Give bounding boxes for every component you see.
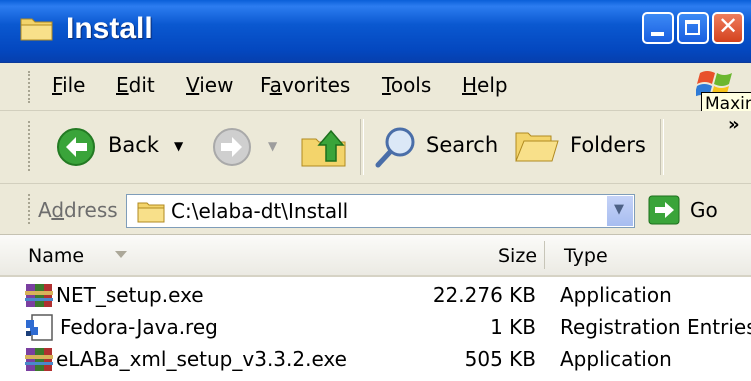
maximize-button[interactable] bbox=[677, 12, 709, 44]
title-bar[interactable]: Install ✕ bbox=[0, 0, 751, 63]
list-header: Name Size Type bbox=[0, 235, 751, 277]
winrar-installer-icon bbox=[25, 348, 53, 371]
menu-grip[interactable] bbox=[28, 71, 33, 103]
file-name: eLABa_xml_setup_v3.3.2.exe bbox=[56, 347, 347, 371]
menu-tools[interactable]: Tools bbox=[382, 73, 431, 97]
list-item[interactable]: eLABa_xml_setup_v3.3.2.exe 505 KB Applic… bbox=[0, 344, 751, 376]
file-list: Name Size Type NET_setup.exe 22.276 KB A… bbox=[0, 235, 751, 381]
minimize-button[interactable] bbox=[642, 12, 674, 44]
back-label: Back bbox=[108, 133, 159, 157]
chevron-down-icon: ▼ bbox=[614, 202, 624, 217]
maximize-icon bbox=[685, 20, 700, 35]
close-icon: ✕ bbox=[717, 12, 739, 40]
list-item[interactable]: Fedora-Java.reg 1 KB Registration Entrie… bbox=[0, 312, 751, 344]
column-divider[interactable] bbox=[544, 241, 545, 269]
standard-toolbar: Back ▼ ▼ Search Folders bbox=[0, 111, 751, 184]
minimize-icon bbox=[651, 32, 664, 36]
toolbar-separator bbox=[360, 119, 364, 175]
address-input[interactable]: C:\elaba-dt\Install ▼ bbox=[126, 194, 635, 228]
column-header-size[interactable]: Size bbox=[498, 245, 537, 267]
file-name: NET_setup.exe bbox=[56, 283, 204, 307]
address-label: Address bbox=[38, 198, 118, 222]
explorer-window: Install ✕ File Edit View Favorites Tools… bbox=[0, 0, 751, 381]
go-label: Go bbox=[690, 198, 718, 222]
file-size: 22.276 KB bbox=[432, 283, 536, 307]
search-label: Search bbox=[426, 133, 499, 157]
column-header-name[interactable]: Name bbox=[28, 245, 84, 267]
forward-arrow-icon bbox=[213, 128, 251, 166]
forward-dropdown-icon[interactable]: ▼ bbox=[268, 139, 277, 153]
menu-view[interactable]: View bbox=[186, 73, 233, 97]
file-name: Fedora-Java.reg bbox=[60, 315, 218, 339]
toolbar-separator bbox=[660, 119, 664, 175]
folder-icon bbox=[20, 18, 53, 41]
registry-file-icon bbox=[26, 314, 53, 341]
folders-button[interactable]: Folders bbox=[512, 123, 646, 169]
search-button[interactable]: Search bbox=[370, 123, 500, 169]
menu-help[interactable]: Help bbox=[462, 73, 508, 97]
go-button[interactable]: Go bbox=[648, 193, 728, 227]
winrar-installer-icon bbox=[25, 284, 53, 307]
column-header-type[interactable]: Type bbox=[564, 245, 608, 267]
up-folder-icon[interactable] bbox=[300, 125, 350, 169]
file-size: 505 KB bbox=[464, 347, 536, 371]
file-size: 1 KB bbox=[490, 315, 536, 339]
folders-label: Folders bbox=[570, 133, 646, 157]
forward-button[interactable]: ▼ bbox=[206, 123, 296, 169]
window-title: Install bbox=[66, 12, 153, 45]
menu-favorites[interactable]: Favorites bbox=[260, 73, 350, 97]
close-button[interactable]: ✕ bbox=[712, 12, 744, 44]
menu-edit[interactable]: Edit bbox=[116, 73, 155, 97]
folder-icon bbox=[137, 202, 165, 223]
address-grip[interactable] bbox=[28, 194, 33, 224]
file-type: Registration Entries bbox=[560, 315, 751, 339]
folders-icon bbox=[515, 132, 559, 162]
address-value: C:\elaba-dt\Install bbox=[171, 199, 349, 223]
file-type: Application bbox=[560, 347, 672, 371]
back-arrow-icon bbox=[57, 128, 95, 166]
address-bar: Address C:\elaba-dt\Install ▼ Go bbox=[0, 184, 751, 235]
toolbar-overflow-chevron[interactable]: » bbox=[728, 114, 740, 135]
sort-descending-icon bbox=[115, 251, 127, 258]
address-dropdown-button[interactable]: ▼ bbox=[606, 196, 633, 226]
menu-file[interactable]: File bbox=[52, 73, 85, 97]
file-type: Application bbox=[560, 283, 672, 307]
toolbar-grip[interactable] bbox=[28, 121, 33, 171]
go-arrow-icon bbox=[648, 195, 680, 225]
menu-bar: File Edit View Favorites Tools Help bbox=[0, 63, 751, 111]
back-dropdown-icon[interactable]: ▼ bbox=[174, 139, 183, 153]
search-icon bbox=[375, 127, 415, 168]
back-button[interactable]: Back ▼ bbox=[50, 123, 200, 169]
list-item[interactable]: NET_setup.exe 22.276 KB Application bbox=[0, 280, 751, 312]
